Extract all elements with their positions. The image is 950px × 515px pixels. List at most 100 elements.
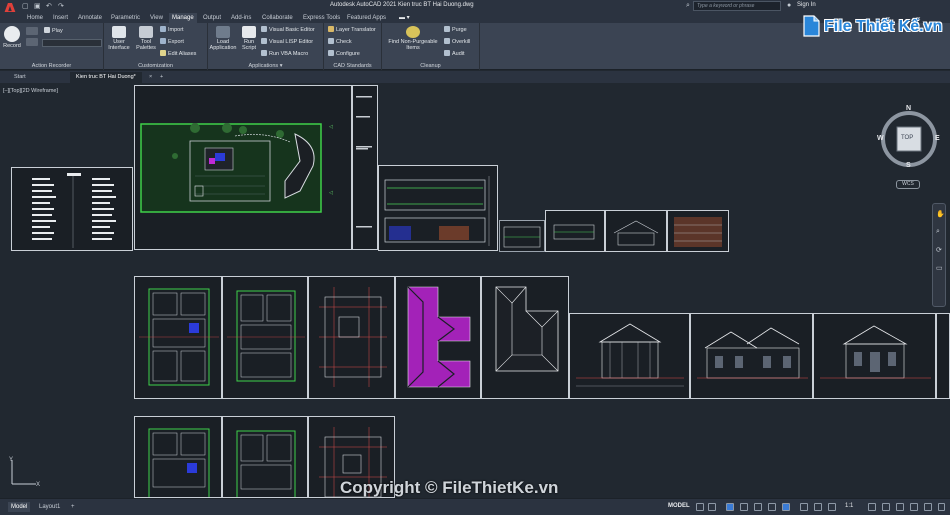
detail-sheet-1[interactable] [499,220,545,252]
tab-annotate[interactable]: Annotate [78,13,102,23]
tab-express-tools[interactable]: Express Tools [303,13,340,23]
tab-output[interactable]: Output [203,13,221,23]
tab-view[interactable]: View [150,13,163,23]
zoom-icon[interactable]: ⌕ [936,228,940,236]
file-tab-drawing[interactable]: Kien truc BT Hai Duong* [70,72,142,83]
file-tab-start[interactable]: Start [8,72,32,83]
user-interface-button[interactable]: User Interface [107,26,131,51]
run-vba-macro-button[interactable]: Run VBA Macro [261,50,308,58]
preference-icon[interactable] [26,38,38,46]
layer-translator-button[interactable]: Layer Translator [328,26,376,34]
isolate-objects-icon[interactable] [910,503,918,511]
new-tab-icon[interactable]: + [158,72,165,83]
svg-text:◁: ◁ [329,124,333,130]
grid-icon[interactable] [696,503,704,511]
ortho-icon[interactable] [726,503,734,511]
wcs-menu[interactable]: WCS [896,180,920,189]
audit-button[interactable]: Audit [444,50,465,58]
compass-south[interactable]: S [906,162,911,169]
window-title: Autodesk AutoCAD 2021 Kien truc BT Hai D… [330,2,474,8]
play-button[interactable]: Play [44,27,63,35]
object-snap-icon[interactable] [782,503,790,511]
check-button[interactable]: Check [328,38,352,46]
open-icon[interactable]: ▢ [22,2,29,10]
elevation-3-sheet[interactable] [813,313,936,399]
add-layout-icon[interactable]: + [68,502,78,512]
showmotion-icon[interactable]: ▭ [936,264,943,272]
tab-manage[interactable]: Manage [169,13,197,23]
load-application-button[interactable]: Load Application [209,26,237,51]
notes-sheet[interactable] [352,85,378,250]
lineweight-icon[interactable] [800,503,808,511]
overkill-button[interactable]: Overkill [444,38,470,46]
model-space-toggle[interactable]: MODEL [668,503,690,509]
compass-east[interactable]: E [935,135,940,142]
record-button[interactable]: Record [2,26,22,49]
compass-north[interactable]: N [906,105,911,112]
roof-plan-color-sheet[interactable] [395,276,481,399]
navigation-bar[interactable]: ✋ ⌕ ⟳ ▭ [932,203,946,307]
run-script-label: Run Script [241,39,257,51]
import-button[interactable]: Import [160,26,184,34]
configure-button[interactable]: Configure [328,50,360,58]
tab-add-ins[interactable]: Add-ins [231,13,251,23]
viewcube-top-face[interactable]: TOP [901,135,913,141]
visual-basic-editor-button[interactable]: Visual Basic Editor [261,26,315,34]
section-sheet[interactable] [378,165,498,251]
site-plan-sheet[interactable]: ◁ ◁ [134,85,352,250]
macro-icon[interactable] [26,27,38,35]
viewport-controls-label[interactable]: [–][Top][2D Wireframe] [3,88,58,94]
annotation-scale-icon[interactable] [828,503,836,511]
visual-lisp-editor-button[interactable]: Visual LISP Editor [261,38,313,46]
detail-sheet-2[interactable] [545,210,605,252]
polar-icon[interactable] [740,503,748,511]
orbit-icon[interactable]: ⟳ [936,246,942,254]
floor-plan-3-sheet[interactable] [134,416,222,498]
elevation-2-sheet[interactable] [690,313,813,399]
floor-plan-2-sheet[interactable] [222,276,308,399]
elevation-1-sheet[interactable] [569,313,690,399]
tab-parametric[interactable]: Parametric [111,13,140,23]
annotation-scale-value[interactable]: 1:1 [845,503,853,509]
export-button[interactable]: Export [160,38,184,46]
isodraft-icon[interactable] [754,503,762,511]
save-icon[interactable]: ▣ [34,2,41,10]
tab-collaborate[interactable]: Collaborate [262,13,293,23]
edit-aliases-button[interactable]: Edit Aliases [160,50,196,58]
layout-tab-layout1[interactable]: Layout1 [36,502,63,512]
workspace-gear-icon[interactable] [868,503,876,511]
detail-sheet-3[interactable] [605,210,667,252]
transparency-icon[interactable] [814,503,822,511]
close-tab-icon[interactable]: × [147,72,154,83]
tool-palettes-button[interactable]: Tool Palettes [134,26,158,51]
purge-button[interactable]: Purge [444,26,467,34]
drawing-list-sheet[interactable] [11,167,133,251]
units-icon[interactable] [896,503,904,511]
layout-tab-model[interactable]: Model [8,502,31,512]
annotation-monitor-icon[interactable] [882,503,890,511]
undo-icon[interactable]: ↶ [46,2,52,10]
floor-plan-4-sheet[interactable] [222,416,308,498]
elevation-4-sheet[interactable] [936,313,950,399]
customization-menu-icon[interactable] [938,503,945,511]
find-non-purgeable-button[interactable]: Find Non-Purgeable Items [384,26,442,51]
roof-plan-sheet[interactable] [481,276,569,399]
macro-dropdown[interactable] [42,39,102,47]
detail-sheet-4[interactable] [667,210,729,252]
redo-icon[interactable]: ↷ [58,2,64,10]
pan-icon[interactable]: ✋ [936,210,945,218]
search-input[interactable]: Type a keyword or phrase [693,1,781,11]
snap-icon[interactable] [708,503,716,511]
tab-home[interactable]: Home [27,13,43,23]
view-cube[interactable]: N S E W TOP [876,105,942,172]
clean-screen-icon[interactable] [924,503,932,511]
run-script-button[interactable]: Run Script [239,26,259,51]
ribbon-options-icon[interactable]: ▬ ▾ [399,13,410,23]
sign-in-button[interactable]: Sign In [797,2,816,8]
object-snap-tracking-icon[interactable] [768,503,776,511]
tab-insert[interactable]: Insert [53,13,68,23]
compass-west[interactable]: W [877,135,884,142]
floor-plan-1-sheet[interactable] [134,276,222,399]
tab-featured-apps[interactable]: Featured Apps [347,13,386,23]
structure-plan-sheet[interactable] [308,276,395,399]
